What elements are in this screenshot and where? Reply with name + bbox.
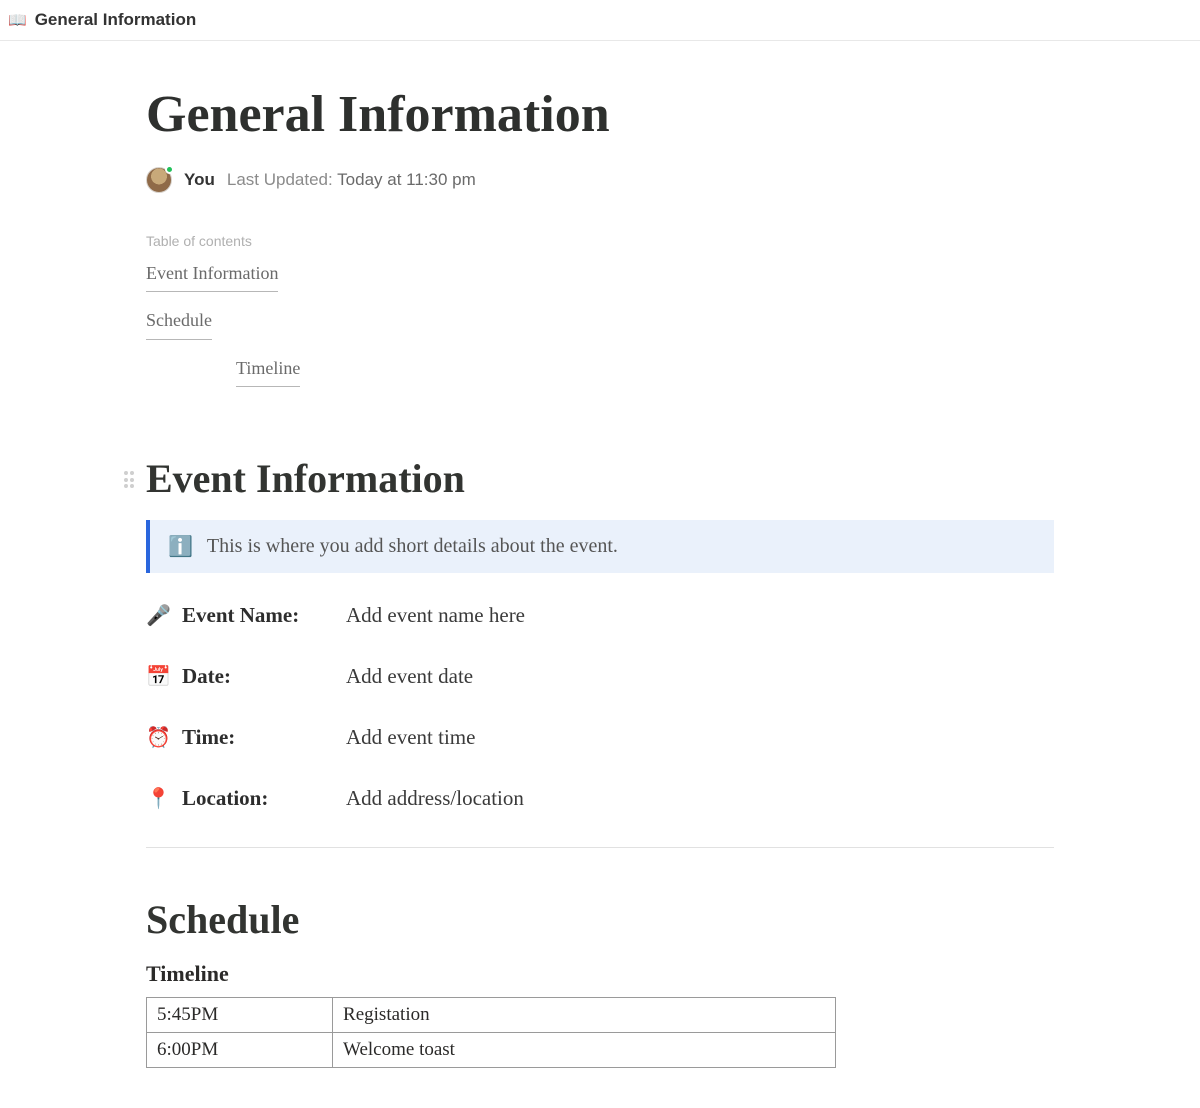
microphone-icon: 🎤	[146, 603, 170, 628]
heading-timeline[interactable]: Timeline	[146, 961, 1054, 987]
field-value[interactable]: Add address/location	[346, 786, 524, 811]
avatar[interactable]	[146, 167, 172, 193]
calendar-icon: 📅	[146, 664, 170, 689]
timeline-activity[interactable]: Registation	[333, 997, 836, 1032]
toc-link-event-information[interactable]: Event Information	[146, 257, 278, 292]
field-value[interactable]: Add event date	[346, 664, 473, 689]
presence-indicator-icon	[165, 165, 174, 174]
field-value[interactable]: Add event name here	[346, 603, 525, 628]
field-label: Location:	[182, 786, 268, 811]
byline: You Last Updated: Today at 11:30 pm	[146, 167, 1054, 193]
timeline-table[interactable]: 5:45PM Registation 6:00PM Welcome toast	[146, 997, 836, 1068]
updated-label: Last Updated:	[227, 170, 333, 189]
timeline-activity[interactable]: Welcome toast	[333, 1032, 836, 1067]
info-callout[interactable]: ℹ️ This is where you add short details a…	[146, 520, 1054, 573]
toc-header: Table of contents	[146, 233, 1054, 249]
toc-link-timeline[interactable]: Timeline	[236, 352, 300, 387]
toc-link-schedule[interactable]: Schedule	[146, 304, 212, 339]
field-value[interactable]: Add event time	[346, 725, 475, 750]
table-row[interactable]: 6:00PM Welcome toast	[147, 1032, 836, 1067]
author-name[interactable]: You	[184, 170, 215, 190]
pin-icon: 📍	[146, 786, 170, 811]
field-label: Date:	[182, 664, 231, 689]
heading-text: Event Information	[146, 456, 465, 501]
timeline-time[interactable]: 5:45PM	[147, 997, 333, 1032]
field-location[interactable]: 📍 Location: Add address/location	[146, 786, 1054, 811]
field-label: Time:	[182, 725, 235, 750]
clock-icon: ⏰	[146, 725, 170, 750]
heading-schedule[interactable]: Schedule	[146, 896, 1054, 943]
breadcrumb-title[interactable]: General Information	[35, 10, 197, 30]
heading-text: Schedule	[146, 897, 299, 942]
field-event-name[interactable]: 🎤 Event Name: Add event name here	[146, 603, 1054, 628]
table-of-contents: Table of contents Event Information Sche…	[146, 233, 1054, 399]
table-row[interactable]: 5:45PM Registation	[147, 997, 836, 1032]
field-time[interactable]: ⏰ Time: Add event time	[146, 725, 1054, 750]
updated-value: Today at 11:30 pm	[337, 170, 476, 189]
page-title[interactable]: General Information	[146, 85, 1054, 145]
heading-event-information[interactable]: Event Information	[146, 455, 1054, 502]
divider	[146, 847, 1054, 848]
drag-handle-icon[interactable]	[124, 471, 138, 489]
field-date[interactable]: 📅 Date: Add event date	[146, 664, 1054, 689]
book-icon: 📖	[8, 13, 27, 28]
timeline-time[interactable]: 6:00PM	[147, 1032, 333, 1067]
info-icon: ℹ️	[168, 534, 193, 559]
callout-text: This is where you add short details abou…	[207, 535, 618, 558]
breadcrumb: 📖 General Information	[0, 0, 1200, 41]
field-label: Event Name:	[182, 603, 299, 628]
